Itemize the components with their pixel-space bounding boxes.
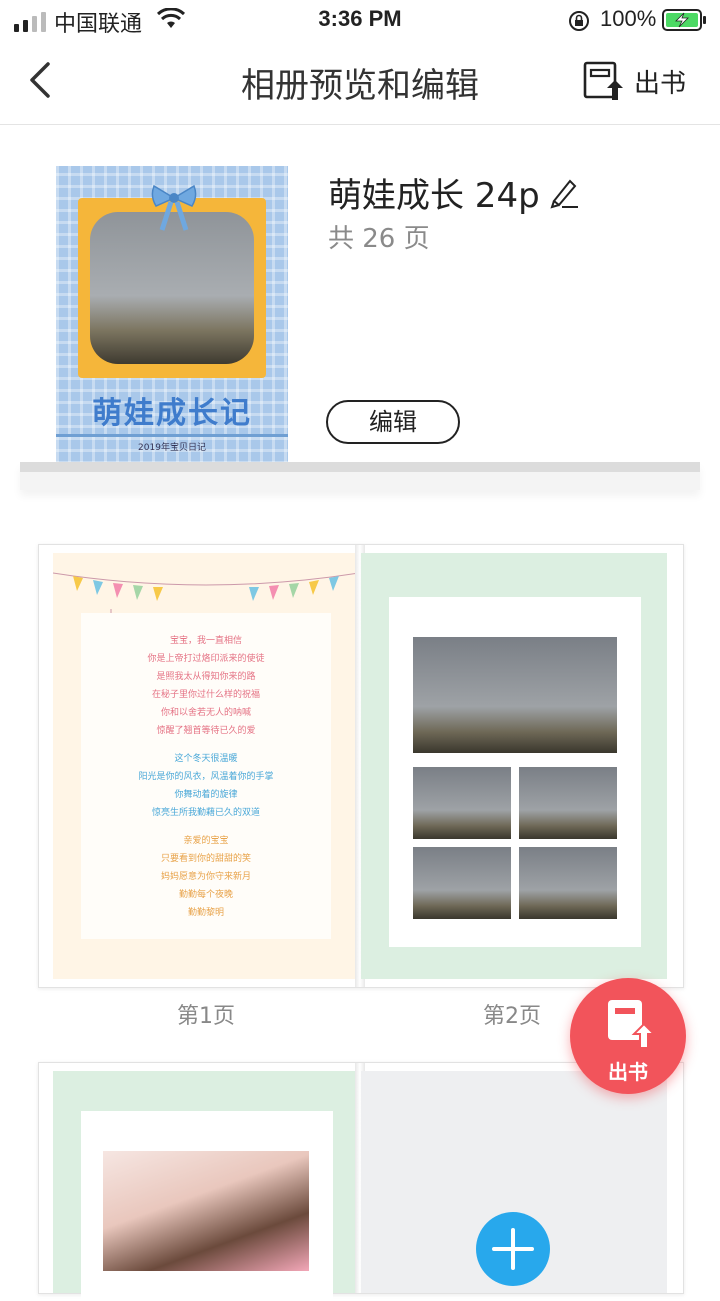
pencil-icon[interactable] xyxy=(548,177,580,209)
poem-line: 惊醒了翘首等待已久的爱 xyxy=(156,726,256,736)
photo-small xyxy=(519,847,617,919)
cover-footer-text: 2019年宝贝日记 xyxy=(138,443,206,453)
poem-line: 亲爱的宝宝 xyxy=(183,836,229,846)
poem-line: 你和以舍若无人的呐喊 xyxy=(160,708,251,718)
album-name-row[interactable]: 萌娃成长 24p xyxy=(328,168,580,217)
publish-book-label: 出书 xyxy=(634,68,687,99)
page-1-label: 第1页 xyxy=(177,1004,235,1029)
photo-small xyxy=(413,767,511,839)
poem-line: 你是上帝打过烙印派来的使徒 xyxy=(147,654,265,664)
portrait-card xyxy=(81,1111,333,1301)
album-cover[interactable]: 萌娃成长记 2019年宝贝日记 xyxy=(56,166,288,464)
poem-line: 宝宝，我一直相信 xyxy=(169,636,242,646)
poem-line: 勤勤每个夜晚 xyxy=(178,890,233,900)
photo-collage-card xyxy=(389,597,641,947)
page-1[interactable]: 宝宝，我一直相信 你是上帝打过烙印派来的使徒 是照我太从得知你来的路 在秘子里你… xyxy=(53,553,359,979)
poem-line: 惊亮生所我勤藉已久的双道 xyxy=(151,808,260,818)
cover-title: 萌娃成长记 xyxy=(92,396,252,431)
bow-icon xyxy=(151,184,197,231)
spread-pages-1-2[interactable]: 宝宝，我一直相信 你是上帝打过烙印派来的使徒 是照我太从得知你来的路 在秘子里你… xyxy=(38,544,684,988)
photo-small xyxy=(519,767,617,839)
plus-icon xyxy=(492,1228,534,1270)
battery-percentage: 100% xyxy=(600,6,657,31)
status-bar: 中国联通 3:36 PM 100% xyxy=(0,0,720,40)
cover-shelf xyxy=(20,462,700,490)
add-page-button[interactable] xyxy=(476,1212,550,1286)
photo-small xyxy=(413,847,511,919)
page-count: 共 26 页 xyxy=(328,224,430,254)
album-name: 萌娃成长 24p xyxy=(328,176,540,216)
battery-charging-icon xyxy=(662,9,706,31)
publish-book-fab-label: 出书 xyxy=(608,1060,648,1084)
publish-book-button[interactable]: 出书 xyxy=(582,58,686,104)
navigation-bar: 相册预览和编辑 出书 xyxy=(0,40,720,125)
page-2[interactable] xyxy=(361,553,667,979)
publish-book-icon xyxy=(608,1000,656,1049)
edit-button[interactable]: 编辑 xyxy=(326,400,460,444)
poem-line: 勤勤黎明 xyxy=(187,908,224,918)
publish-book-icon xyxy=(583,61,623,100)
portrait-photo xyxy=(103,1151,309,1271)
photo-large xyxy=(413,637,617,753)
poem-line: 只要看到你的甜甜的笑 xyxy=(160,854,251,864)
spread-pages-3-4[interactable] xyxy=(38,1062,684,1301)
cover-photo xyxy=(90,212,254,364)
poem-line: 这个冬天很温暖 xyxy=(174,754,238,764)
poem-line: 妈妈愿意为你守来新月 xyxy=(160,872,251,882)
poem-line: 是照我太从得知你来的路 xyxy=(156,672,256,682)
poem-line: 在秘子里你过什么样的祝福 xyxy=(151,690,260,700)
bunting-decoration xyxy=(53,572,359,601)
poem-panel: 宝宝，我一直相信 你是上帝打过烙印派来的使徒 是照我太从得知你来的路 在秘子里你… xyxy=(81,613,331,939)
poem-line: 阳光是你的风衣，风温着你的手掌 xyxy=(138,772,274,782)
poem-line: 你舞动着的旋律 xyxy=(174,790,238,800)
page-3[interactable] xyxy=(53,1071,359,1301)
rotation-lock-icon xyxy=(569,11,589,31)
publish-book-fab[interactable]: 出书 xyxy=(570,978,686,1094)
